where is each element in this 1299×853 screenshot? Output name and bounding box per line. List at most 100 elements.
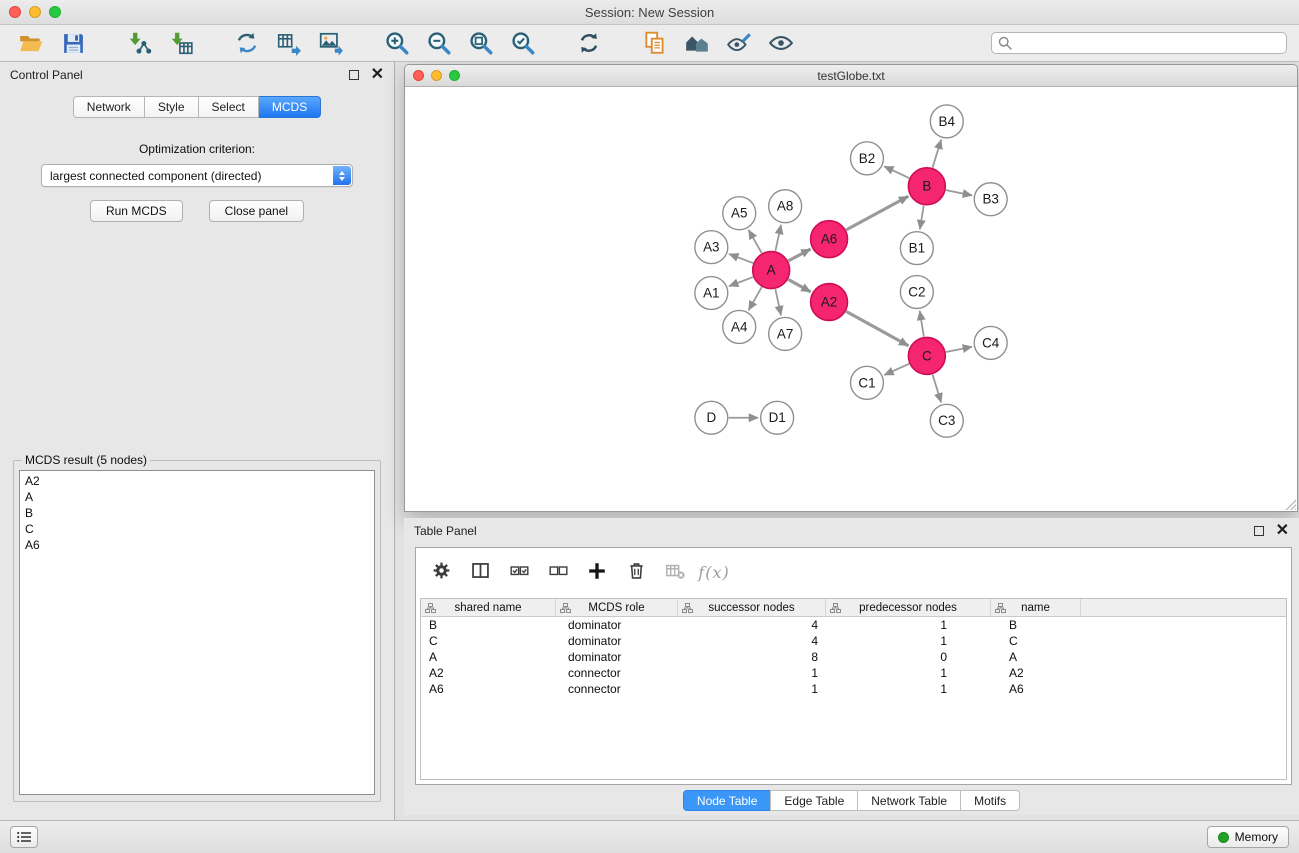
table-row[interactable]: Cdominator41C — [421, 633, 1286, 649]
network-edge-A-A3[interactable] — [729, 254, 753, 263]
network-node-B4[interactable]: B4 — [930, 105, 963, 138]
export-table-button[interactable] — [268, 27, 310, 59]
network-edge-C-C2[interactable] — [920, 311, 924, 337]
column-header-name[interactable]: name — [991, 599, 1081, 616]
optimization-criterion-select[interactable]: largest connected component (directed) — [41, 164, 353, 187]
unselect-all-button[interactable] — [543, 557, 573, 587]
zoom-window-icon[interactable] — [49, 6, 61, 18]
network-zoom-icon[interactable] — [449, 70, 460, 81]
network-node-A4[interactable]: A4 — [723, 310, 756, 343]
export-network-button[interactable] — [226, 27, 268, 59]
network-node-D1[interactable]: D1 — [761, 401, 794, 434]
documents-button[interactable] — [634, 27, 676, 59]
close-window-icon[interactable] — [9, 6, 21, 18]
network-node-B[interactable]: B — [908, 168, 945, 205]
delete-row-button[interactable] — [621, 557, 651, 587]
clear-table-button[interactable] — [660, 557, 690, 587]
tab-node-table[interactable]: Node Table — [683, 790, 772, 811]
network-node-A6[interactable]: A6 — [811, 221, 848, 258]
gear-button[interactable] — [426, 557, 456, 587]
memory-button[interactable]: Memory — [1207, 826, 1289, 848]
network-edge-B-B3[interactable] — [946, 190, 972, 195]
network-node-D[interactable]: D — [695, 401, 728, 434]
network-edge-A-A6[interactable] — [788, 249, 810, 261]
network-edge-A-A7[interactable] — [775, 289, 781, 315]
tab-mcds[interactable]: MCDS — [259, 96, 321, 118]
close-panel-icon[interactable]: ✕ — [371, 67, 384, 83]
function-button[interactable]: f(x) — [699, 557, 729, 587]
network-node-B1[interactable]: B1 — [900, 232, 933, 265]
network-node-C1[interactable]: C1 — [851, 366, 884, 399]
network-edge-A-A5[interactable] — [749, 230, 762, 253]
add-row-button[interactable] — [582, 557, 612, 587]
open-folder-button[interactable] — [10, 27, 52, 59]
network-node-C3[interactable]: C3 — [930, 404, 963, 437]
table-row[interactable]: A6connector11A6 — [421, 681, 1286, 697]
houses-button[interactable] — [676, 27, 718, 59]
resize-grip[interactable] — [1283, 497, 1296, 510]
column-header-shared-name[interactable]: shared name — [421, 599, 556, 616]
network-canvas[interactable]: B4 B2 B B3 A5 A8 A6 A3 B1 A C2 A1 A2 A4 A7 C4 C C1 C3 D D1 — [405, 87, 1297, 511]
column-header-mcds-role[interactable]: MCDS role — [556, 599, 678, 616]
tab-network[interactable]: Network — [73, 96, 145, 118]
network-node-A7[interactable]: A7 — [769, 317, 802, 350]
list-item[interactable]: B — [20, 505, 374, 521]
network-edge-A-A8[interactable] — [775, 225, 781, 251]
network-edge-B-B4[interactable] — [933, 140, 942, 168]
column-header-successor-nodes[interactable]: successor nodes — [678, 599, 826, 616]
network-edge-A-A4[interactable] — [749, 287, 762, 310]
network-node-A5[interactable]: A5 — [723, 197, 756, 230]
network-edge-B-B2[interactable] — [884, 166, 909, 178]
tab-style[interactable]: Style — [145, 96, 199, 118]
run-mcds-button[interactable]: Run MCDS — [90, 200, 183, 222]
network-node-B3[interactable]: B3 — [974, 183, 1007, 216]
network-node-B2[interactable]: B2 — [851, 142, 884, 175]
tab-motifs[interactable]: Motifs — [960, 790, 1020, 811]
table-close-panel-icon[interactable]: ✕ — [1276, 523, 1289, 539]
network-edge-A-A2[interactable] — [788, 279, 810, 291]
zoom-out-button[interactable] — [418, 27, 460, 59]
eye-button[interactable] — [760, 27, 802, 59]
list-item[interactable]: A6 — [20, 537, 374, 553]
network-window-titlebar[interactable]: testGlobe.txt — [405, 65, 1297, 87]
float-panel-icon[interactable] — [349, 70, 359, 80]
save-disk-button[interactable] — [52, 27, 94, 59]
tab-network-table[interactable]: Network Table — [857, 790, 961, 811]
zoom-in-button[interactable] — [376, 27, 418, 59]
task-history-icon[interactable] — [10, 826, 38, 848]
select-all-button[interactable] — [504, 557, 534, 587]
close-panel-button[interactable]: Close panel — [209, 200, 304, 222]
tab-edge-table[interactable]: Edge Table — [770, 790, 858, 811]
import-network-button[interactable] — [118, 27, 160, 59]
minimize-window-icon[interactable] — [29, 6, 41, 18]
search-input[interactable] — [991, 32, 1287, 54]
network-edge-C-C4[interactable] — [946, 347, 972, 352]
tab-select[interactable]: Select — [199, 96, 259, 118]
table-float-panel-icon[interactable] — [1254, 526, 1264, 536]
import-table-button[interactable] — [160, 27, 202, 59]
network-edge-C-C3[interactable] — [933, 374, 942, 402]
network-edge-B-B1[interactable] — [920, 206, 924, 230]
list-item[interactable]: A — [20, 489, 374, 505]
refresh-layout-button[interactable] — [568, 27, 610, 59]
mcds-result-list[interactable]: A2ABCA6 — [19, 470, 375, 795]
network-node-C4[interactable]: C4 — [974, 326, 1007, 359]
network-node-A2[interactable]: A2 — [811, 284, 848, 321]
table-row[interactable]: Adominator80A — [421, 649, 1286, 665]
network-node-A1[interactable]: A1 — [695, 277, 728, 310]
network-node-C2[interactable]: C2 — [900, 276, 933, 309]
network-close-icon[interactable] — [413, 70, 424, 81]
export-image-button[interactable] — [310, 27, 352, 59]
eye-pencil-button[interactable] — [718, 27, 760, 59]
network-node-C[interactable]: C — [908, 337, 945, 374]
network-minimize-icon[interactable] — [431, 70, 442, 81]
network-node-A[interactable]: A — [753, 252, 790, 289]
table-row[interactable]: A2connector11A2 — [421, 665, 1286, 681]
column-header-predecessor-nodes[interactable]: predecessor nodes — [826, 599, 991, 616]
zoom-selected-button[interactable] — [502, 27, 544, 59]
network-node-A3[interactable]: A3 — [695, 231, 728, 264]
network-node-A8[interactable]: A8 — [769, 190, 802, 223]
list-item[interactable]: A2 — [20, 473, 374, 489]
network-edge-A2-C[interactable] — [846, 311, 908, 345]
table-row[interactable]: Bdominator41B — [421, 617, 1286, 633]
